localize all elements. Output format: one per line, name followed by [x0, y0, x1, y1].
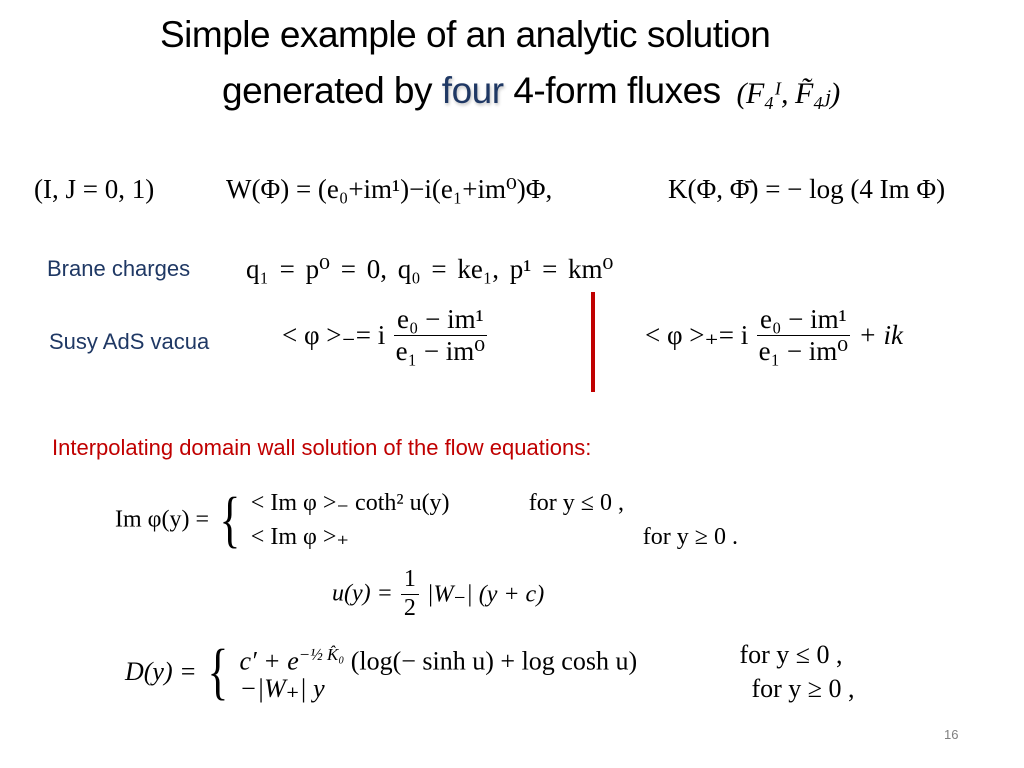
vacua-divider [591, 292, 595, 392]
title-line-2-suffix: 4-form fluxes [503, 70, 721, 111]
vacuum-plus-fraction: e₀ − im¹ e₁ − im⁰ [757, 304, 850, 367]
domain-wall-heading: Interpolating domain wall solution of th… [52, 435, 592, 460]
title-emphasis-four: four [441, 70, 504, 111]
d-case-2-condition: for y ≥ 0 , [751, 674, 855, 703]
left-brace-im-phi: { [219, 486, 241, 554]
im-phi-case-2-condition: for y ≥ 0 . [642, 524, 738, 550]
vacuum-plus-numerator: e₀ − im¹ [757, 304, 850, 337]
d-cases: c′ + e−½ K̂₀ (log(− sinh u) + log cosh u… [239, 638, 854, 706]
im-phi-cases: < Im φ >₋ coth² u(y) for y ≤ 0 , < Im φ … [250, 486, 738, 554]
title-flux-formula: (F₄ᴵ, F̃₄ⱼ) [736, 77, 840, 110]
d-of-y-piecewise-formula: D(y) = { c′ + e−½ K̂₀ (log(− sinh u) + l… [125, 638, 855, 706]
u-half-fraction: 1 2 [400, 566, 419, 622]
u-lhs: u(y) = [332, 580, 393, 607]
im-phi-lhs: Im φ(y) = [115, 506, 210, 533]
vacuum-plus-tail: + ik [858, 320, 903, 351]
vacuum-minus-denominator: e₁ − im⁰ [395, 336, 486, 367]
d-lhs: D(y) = [125, 657, 197, 686]
slide-page-number: 16 [944, 727, 959, 742]
im-phi-case-1-expr: < Im φ >₋ coth² u(y) [250, 490, 450, 516]
index-range-formula: (I, J = 0, 1) [34, 174, 155, 204]
left-brace-d: { [207, 638, 229, 706]
u-rhs: |W₋| (y + c) [426, 581, 545, 608]
kahler-potential-formula: K(Φ, Φ̄) = − log (4 Im Φ) [668, 174, 946, 204]
brane-charges-formula: q₁ = p⁰ = 0, q₀ = ke₁, p¹ = km⁰ [246, 254, 614, 284]
d-case-1-exponent: −½ K̂₀ [298, 645, 345, 664]
d-case-2-expr: −|W₊| y [239, 674, 325, 703]
im-phi-case-1: < Im φ >₋ coth² u(y) for y ≤ 0 , [250, 486, 624, 520]
vacuum-plus-formula: < φ >₊= i e₀ − im¹ e₁ − im⁰ + ik [645, 304, 903, 367]
slide-title-line-1: Simple example of an analytic solution [160, 14, 771, 56]
brane-charges-label: Brane charges [47, 256, 191, 281]
im-phi-case-2: < Im φ >₊ for y ≥ 0 . [250, 520, 738, 554]
u-fraction-numerator: 1 [400, 566, 419, 595]
d-case-1: c′ + e−½ K̂₀ (log(− sinh u) + log cosh u… [239, 638, 842, 676]
im-phi-case-2-expr: < Im φ >₊ [250, 524, 350, 550]
vacuum-minus-fraction: e₀ − im¹ e₁ − im⁰ [394, 304, 487, 367]
d-case-1-condition: for y ≤ 0 , [739, 640, 843, 669]
vacuum-minus-formula: < φ >₋= i e₀ − im¹ e₁ − im⁰ [282, 304, 489, 367]
vacuum-plus-denominator: e₁ − im⁰ [758, 336, 849, 367]
title-line-1-text: Simple example of an analytic solution [160, 14, 771, 55]
superpotential-formula: W(Φ) = (e₀+im¹)−i(e₁+im⁰)Φ, [226, 174, 553, 204]
susy-ads-vacua-label: Susy AdS vacua [49, 329, 210, 354]
u-of-y-formula: u(y) = 1 2 |W₋| (y + c) [332, 566, 544, 622]
im-phi-piecewise-formula: Im φ(y) = { < Im φ >₋ coth² u(y) for y ≤… [115, 486, 738, 554]
title-line-2-prefix: generated by [222, 70, 442, 111]
u-fraction-denominator: 2 [403, 594, 416, 621]
vacuum-plus-lhs: < φ >₊= i [645, 320, 749, 351]
vacuum-minus-numerator: e₀ − im¹ [394, 304, 487, 337]
im-phi-case-1-condition: for y ≤ 0 , [528, 490, 624, 516]
slide-title-line-2: generated by four 4-form fluxes (F₄ᴵ, F̃… [222, 70, 840, 112]
vacuum-minus-lhs: < φ >₋= i [282, 320, 386, 351]
d-case-2: −|W₊| y for y ≥ 0 , [239, 672, 854, 706]
